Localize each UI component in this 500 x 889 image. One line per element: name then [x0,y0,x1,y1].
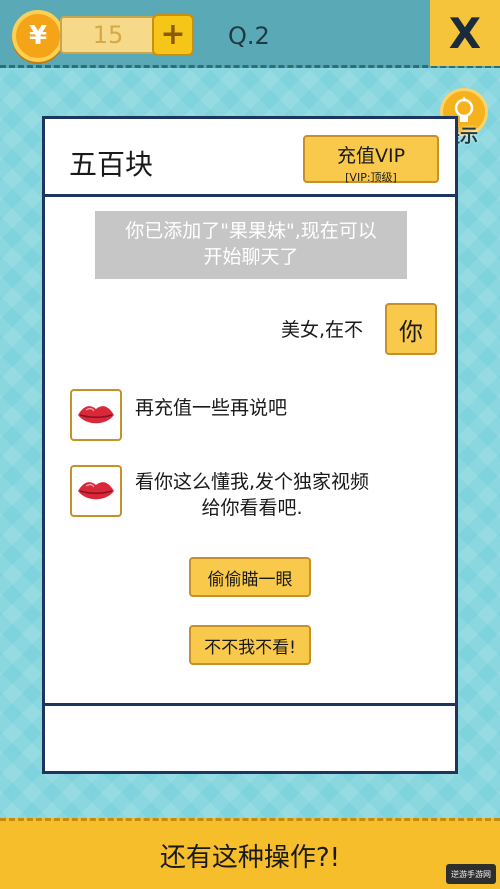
top-bar: ¥ 15 + Q.2 X [0,0,500,68]
chat-input-area [45,703,455,771]
system-notice: 你已添加了"果果妹",现在可以 开始聊天了 [95,211,407,279]
system-notice-line: 开始聊天了 [203,246,299,268]
my-message: 美女,在不 [281,319,364,341]
lips-icon [78,406,114,424]
system-notice-line: 你已添加了"果果妹",现在可以 [125,220,377,242]
contact-avatar [70,465,122,517]
vip-button-label: 充值VIP [336,145,406,167]
lips-icon [78,482,114,500]
contact-name: 五百块 [69,148,154,181]
level-label: Q.2 [228,22,270,50]
reply-option-refuse[interactable]: 不不我不看! [189,625,311,665]
contact-message: 再充值一些再说吧 [135,395,287,421]
reply-option-peek[interactable]: 偷偷瞄一眼 [189,557,311,597]
contact-message-line: 给你看看吧. [201,497,303,519]
contact-message: 看你这么懂我,发个独家视频 给你看看吧. [135,469,369,521]
recharge-vip-button[interactable]: 充值VIP [VIP:顶级] [303,135,439,184]
bottom-banner: 还有这种操作?! [0,818,500,889]
contact-message-line: 看你这么懂我,发个独家视频 [135,471,370,493]
coin-icon: ¥ [12,10,64,62]
level-title: 还有这种操作?! [159,842,341,873]
site-watermark: 逆游手游网 [446,864,496,884]
close-button[interactable]: X [430,0,500,66]
contact-avatar [70,389,122,441]
coin-count: 15 [60,16,156,54]
my-avatar: 你 [385,303,437,355]
add-coins-button[interactable]: + [152,14,194,56]
chat-header: 五百块 充值VIP [VIP:顶级] [45,119,455,197]
vip-level-label: [VIP:顶级] [345,171,397,184]
chat-window: 五百块 充值VIP [VIP:顶级] 你已添加了"果果妹",现在可以 开始聊天了… [42,116,458,774]
contact-message-line: 再充值一些再说吧 [135,397,288,419]
